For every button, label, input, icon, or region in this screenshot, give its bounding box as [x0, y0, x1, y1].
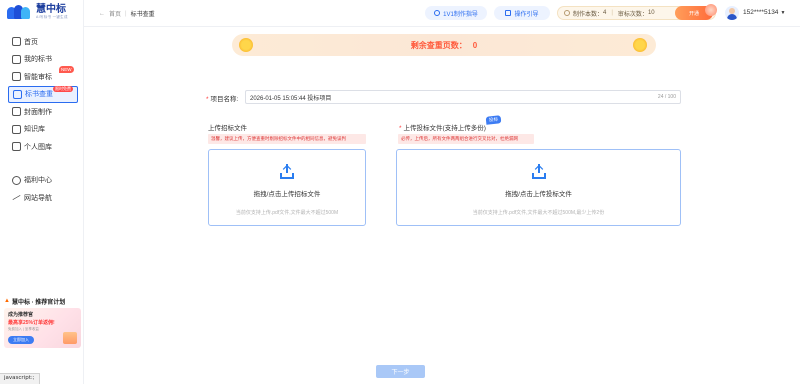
logo-icon — [7, 4, 33, 19]
required-mark: * — [399, 125, 402, 132]
sun-icon — [239, 38, 253, 52]
duplicate-check-icon — [13, 89, 22, 99]
sidebar-item-label: 智能审标 — [24, 73, 52, 81]
breadcrumb-separator: | — [125, 10, 127, 17]
dropzone-label: 拖拽/点击上传招标文件 — [253, 191, 321, 198]
breadcrumb: ← 首页 | 标书查重 — [99, 9, 155, 19]
sidebar-item-duplicate-check[interactable]: 标书查重 限时免费 — [8, 85, 78, 103]
one-on-one-guide-button[interactable]: 1V1制作指导 — [425, 6, 487, 20]
sidebar-nav: 首页 我的标书 智能审标 NEW 标书查重 限时免费 封面制作 知识库 个人图库 — [8, 33, 78, 207]
operation-guide-button[interactable]: 操作引导 — [494, 6, 550, 20]
join-now-button[interactable]: 立即加入 — [8, 336, 34, 344]
sidebar-item-label: 我的标书 — [24, 56, 52, 64]
required-mark: * — [206, 96, 209, 103]
sidebar-item-smart-review[interactable]: 智能审标 NEW — [8, 66, 78, 86]
document-icon — [12, 54, 21, 64]
book-icon — [505, 10, 512, 16]
breadcrumb-current: 标书查重 — [130, 12, 155, 18]
sidebar-item-site-nav[interactable]: 网站导航 — [8, 189, 78, 207]
review-icon — [12, 72, 21, 82]
top-bar: ← 首页 | 标书查重 1V1制作指导 操作引导 制作本数： 4 | 审标次数：… — [84, 0, 800, 27]
project-name-value: 2026-01-05 15:05:44 投标项目 — [250, 95, 332, 102]
bid-tag: 投标 — [485, 115, 502, 125]
sidebar-item-label: 标书查重 — [25, 91, 53, 99]
promo-title: 慧中标 · 推荐官计划 — [11, 299, 66, 306]
chevron-down-icon: ▼ — [780, 9, 786, 16]
back-icon[interactable]: ← — [99, 11, 105, 17]
home-icon — [12, 37, 21, 47]
gallery-icon — [12, 142, 21, 152]
sun-icon — [633, 38, 647, 52]
tender-file-tip: 温馨，建议上传，方便查重时剔除招标文件中的相同信息，避免误判 — [208, 134, 366, 144]
crown-icon — [705, 4, 717, 16]
promo-line-1: 成为推荐官 — [8, 312, 34, 318]
sidebar-item-benefits[interactable]: 福利中心 — [8, 172, 78, 190]
sidebar-item-label: 知识库 — [24, 126, 45, 134]
sidebar-item-label: 福利中心 — [24, 177, 52, 185]
avatar[interactable] — [725, 6, 739, 20]
clock-icon — [564, 10, 570, 16]
tender-file-title: 上传招标文件 — [208, 125, 247, 132]
make-count-label: 制作本数： — [573, 11, 604, 18]
promo-line-2: 最高享25%订单返佣! — [8, 320, 55, 326]
tender-file-dropzone[interactable]: 拖拽/点击上传招标文件 当前仅支持上传.pdf文件,文件最大不超过500M — [208, 149, 366, 226]
remaining-pages-label: 剩余查重页数： — [410, 40, 467, 50]
new-badge: NEW — [59, 66, 74, 73]
sidebar: 慧中标 AI写标书 一键生成 首页 我的标书 智能审标 NEW 标书查重 限时免… — [0, 0, 84, 384]
gift-icon — [63, 332, 77, 344]
fire-icon: ▲ — [4, 298, 10, 304]
navigation-icon — [12, 195, 21, 201]
sidebar-item-knowledge[interactable]: 知识库 — [8, 121, 78, 139]
guide-label: 操作引导 — [514, 11, 539, 18]
sidebar-item-label: 网站导航 — [24, 194, 52, 202]
project-name-input[interactable]: 2026-01-05 15:05:44 投标项目 24 / 100 — [245, 90, 681, 104]
guide-label: 1V1制作指导 — [443, 11, 478, 18]
project-name-label-text: 项目名称: — [210, 96, 239, 103]
upgrade-label: 开通 — [688, 10, 699, 17]
promo-badge: 限时免费 — [53, 85, 73, 92]
user-icon — [12, 175, 21, 185]
sidebar-item-label: 个人图库 — [24, 143, 52, 151]
make-count-value: 4 — [603, 10, 607, 16]
count-separator: | — [611, 10, 613, 16]
dropzone-label: 拖拽/点击上传投标文件 — [505, 191, 572, 198]
referral-promo: ▲ 慧中标 · 推荐官计划 成为推荐官 最高享25%订单返佣! 免费加入 | 坐… — [4, 296, 81, 348]
dropzone-hint: 当前仅支持上传.pdf文件,文件最大不超过500M — [235, 210, 339, 216]
knowledge-icon — [12, 124, 21, 134]
promo-card[interactable]: 成为推荐官 最高享25%订单返佣! 免费加入 | 坐享收益 立即加入 — [4, 308, 81, 348]
brand-name: 慧中标 — [36, 4, 66, 15]
username: 152****5134 — [743, 9, 779, 16]
review-count-label: 审标次数： — [617, 11, 648, 18]
project-name-label: * 项目名称: — [206, 93, 238, 103]
sidebar-item-gallery[interactable]: 个人图库 — [8, 138, 78, 156]
status-bar: javascript:; — [0, 373, 40, 384]
sidebar-item-label: 首页 — [24, 38, 38, 46]
bid-file-title: * 上传投标文件(支持上传多份) — [399, 122, 486, 132]
bid-file-title-text: 上传投标文件(支持上传多份) — [403, 125, 486, 132]
brand-tagline: AI写标书 一键生成 — [36, 15, 68, 19]
remaining-pages-banner: 剩余查重页数： 0 — [232, 34, 656, 56]
cover-icon — [12, 107, 21, 117]
upload-icon — [279, 163, 295, 179]
sidebar-item-home[interactable]: 首页 — [8, 33, 78, 51]
bid-file-dropzone[interactable]: 拖拽/点击上传投标文件 当前仅支持上传.pdf文件,文件最大不超过500M,最少… — [396, 149, 681, 226]
brand-logo[interactable]: 慧中标 AI写标书 一键生成 — [7, 4, 68, 19]
review-count-value: 10 — [647, 10, 655, 16]
headset-icon — [434, 10, 441, 16]
dropzone-hint: 当前仅支持上传.pdf文件,文件最大不超过500M,最少上传2份 — [472, 210, 605, 216]
breadcrumb-home[interactable]: 首页 — [109, 9, 121, 18]
sidebar-item-cover[interactable]: 封面制作 — [8, 103, 78, 121]
sidebar-item-label: 封面制作 — [24, 108, 52, 116]
bid-file-tip: 必传，上传后，所有文件两两组合进行交叉比对，杜绝漏网 — [398, 134, 534, 144]
upload-icon — [531, 163, 547, 179]
user-menu[interactable]: 152****5134 ▼ — [743, 9, 785, 16]
remaining-pages-value: 0 — [472, 40, 478, 50]
next-step-button[interactable]: 下一步 — [376, 365, 425, 378]
character-counter: 24 / 100 — [657, 94, 676, 100]
